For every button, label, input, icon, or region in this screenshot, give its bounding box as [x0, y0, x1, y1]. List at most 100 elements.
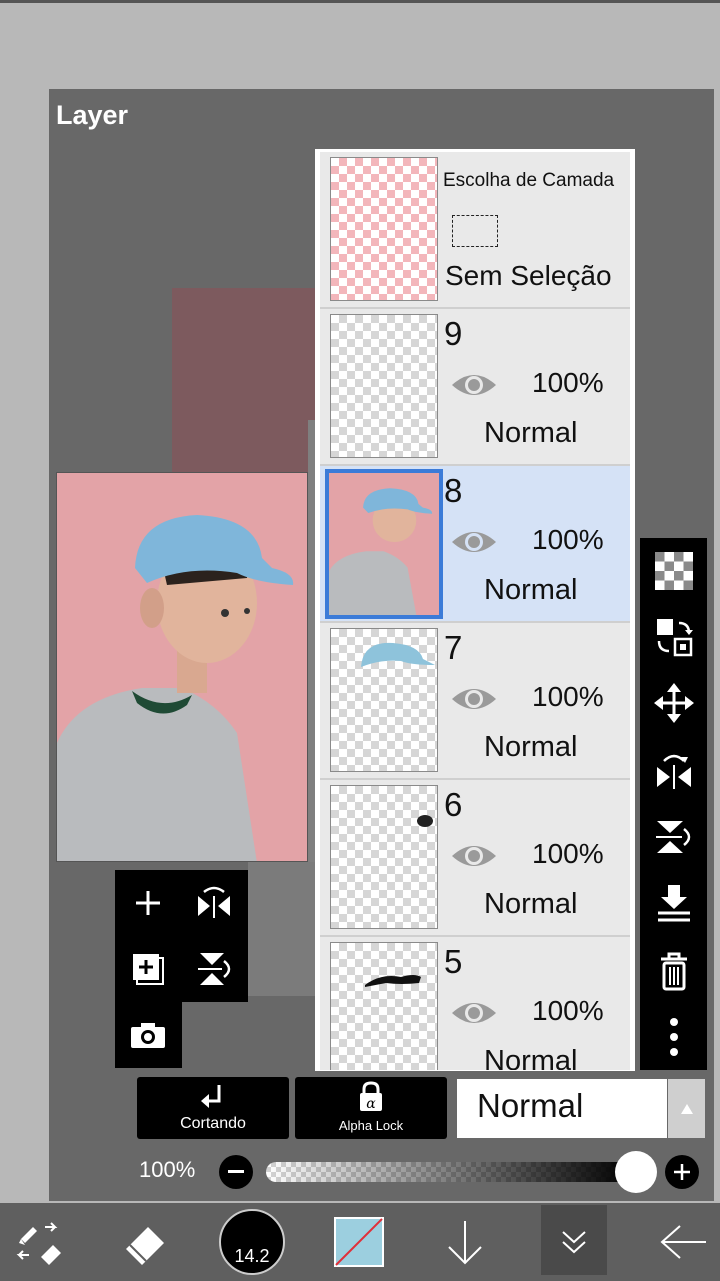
tool-select-button[interactable]: [0, 1203, 80, 1281]
opacity-decrease-button[interactable]: [219, 1155, 253, 1189]
brush-size-indicator: 14.2: [219, 1209, 285, 1275]
selection-thumbnail: [330, 157, 438, 301]
eye-icon[interactable]: [450, 369, 498, 401]
move-down-button[interactable]: [430, 1203, 500, 1281]
camera-icon: [131, 1023, 165, 1048]
flip-vertical-icon: [655, 821, 690, 853]
layer-blend-mode: Normal: [484, 731, 578, 763]
arrow-down-icon: [448, 1221, 482, 1265]
layer-tool-grid: [115, 870, 248, 1002]
duplicate-layer-button[interactable]: [115, 936, 181, 1002]
canvas-edge-lower: [248, 862, 318, 996]
eraser-tool-button[interactable]: [105, 1203, 185, 1281]
delete-layer-button[interactable]: [640, 938, 707, 1004]
layer-thumbnail: [330, 628, 438, 772]
layer-opacity: 100%: [532, 838, 604, 869]
transfer-button[interactable]: [640, 604, 707, 670]
flip-layer-vertical-icon: [198, 953, 231, 985]
flip-layer-vertical-button[interactable]: [181, 936, 247, 1002]
layer-number: 7: [444, 629, 463, 666]
canvas-preview-photo: [56, 472, 308, 862]
move-icon: [653, 683, 694, 723]
layer-opacity: 100%: [532, 524, 604, 555]
selection-layer-row[interactable]: Escolha de Camada Sem Seleção: [320, 152, 630, 309]
camera-button[interactable]: [115, 1002, 182, 1068]
layer-side-toolbar: [640, 538, 707, 1070]
opacity-increase-button[interactable]: [665, 1155, 699, 1189]
arrow-left-icon: [659, 1225, 706, 1259]
flip-horizontal-button[interactable]: [640, 738, 707, 804]
layer-blend-mode: Normal: [484, 888, 578, 920]
selection-marquee-icon: [452, 215, 498, 247]
brush-eraser-swap-icon: [16, 1222, 61, 1265]
layer-row-7[interactable]: 7 100% Normal: [320, 623, 630, 780]
eye-icon[interactable]: [450, 683, 498, 715]
caret-up-icon: [680, 1103, 693, 1114]
collapse-panel-button[interactable]: [541, 1205, 607, 1275]
layer-blend-mode: Normal: [484, 574, 578, 606]
layer-opacity: 100%: [532, 995, 604, 1026]
svg-text:α: α: [366, 1096, 376, 1112]
layer-row-6[interactable]: 6 100% Normal: [320, 780, 630, 937]
status-divider: [0, 0, 720, 3]
add-layer-icon: [136, 891, 160, 915]
layer-row-9[interactable]: 9 100% Normal: [320, 309, 630, 466]
duplicate-layer-icon: [133, 954, 164, 985]
back-button[interactable]: [645, 1203, 720, 1281]
selection-status: Sem Seleção: [445, 260, 612, 291]
move-button[interactable]: [640, 670, 707, 736]
layer-number: 6: [444, 786, 463, 823]
layer-opacity: 100%: [532, 681, 604, 712]
clipping-label: Cortando: [180, 1115, 246, 1132]
flip-horizontal-icon: [656, 754, 691, 789]
transparent-fill-button[interactable]: [640, 538, 707, 604]
color-swatch-icon: [334, 1217, 384, 1267]
selection-title: Escolha de Camada: [443, 170, 615, 191]
eye-icon[interactable]: [450, 840, 498, 872]
layer-thumbnail: [330, 785, 438, 929]
eye-icon[interactable]: [450, 526, 498, 558]
layer-blend-mode: Normal: [484, 1045, 578, 1071]
layer-list[interactable]: Escolha de Camada Sem Seleção 9 100% Nor…: [315, 149, 635, 1071]
layer-thumbnail: [325, 469, 443, 619]
flip-layer-horizontal-icon: [198, 886, 230, 918]
blend-mode-value: Normal: [477, 1087, 584, 1124]
layer-number: 8: [444, 472, 463, 509]
layer-row-8[interactable]: 8 100% Normal: [320, 466, 630, 623]
eye-icon[interactable]: [450, 997, 498, 1029]
double-chevron-down-icon: [562, 1231, 586, 1254]
alpha-lock-label: Alpha Lock: [338, 1118, 404, 1133]
opacity-slider-handle[interactable]: [615, 1151, 657, 1193]
blend-mode-dropdown-button[interactable]: [668, 1079, 705, 1138]
layer-row-5[interactable]: 5 100% Normal: [320, 937, 630, 1071]
merge-down-button[interactable]: [640, 870, 707, 936]
clipping-button[interactable]: Cortando: [137, 1077, 289, 1139]
opacity-slider[interactable]: [266, 1162, 632, 1182]
flip-layer-horizontal-button[interactable]: [181, 870, 247, 936]
eraser-icon: [126, 1227, 164, 1265]
plus-icon: [674, 1164, 690, 1180]
trash-icon: [660, 952, 687, 991]
color-button[interactable]: [330, 1203, 388, 1281]
opacity-label: 100%: [139, 1157, 196, 1182]
clipping-arrow-icon: [201, 1085, 221, 1108]
layer-number: 9: [444, 315, 463, 352]
more-options-button[interactable]: [640, 1004, 707, 1070]
brush-size-value: 14.2: [234, 1246, 270, 1266]
transfer-icon: [656, 619, 693, 657]
alpha-lock-icon: α: [360, 1081, 382, 1112]
brush-size-button[interactable]: 14.2: [215, 1203, 289, 1281]
bottom-toolbar: 14.2: [0, 1203, 720, 1281]
checker-icon: [654, 552, 693, 590]
layer-thumbnail: [330, 942, 438, 1070]
merge-down-icon: [657, 885, 690, 922]
blend-mode-select[interactable]: Normal: [457, 1079, 667, 1138]
layer-opacity: 100%: [532, 367, 604, 398]
layer-number: 5: [444, 943, 463, 980]
layer-thumbnail: [330, 314, 438, 458]
flip-vertical-button[interactable]: [640, 804, 707, 870]
alpha-lock-button[interactable]: α Alpha Lock: [295, 1077, 447, 1139]
canvas-layer-shape: [172, 288, 322, 473]
panel-title: Layer: [56, 100, 129, 130]
add-layer-button[interactable]: [115, 870, 181, 936]
